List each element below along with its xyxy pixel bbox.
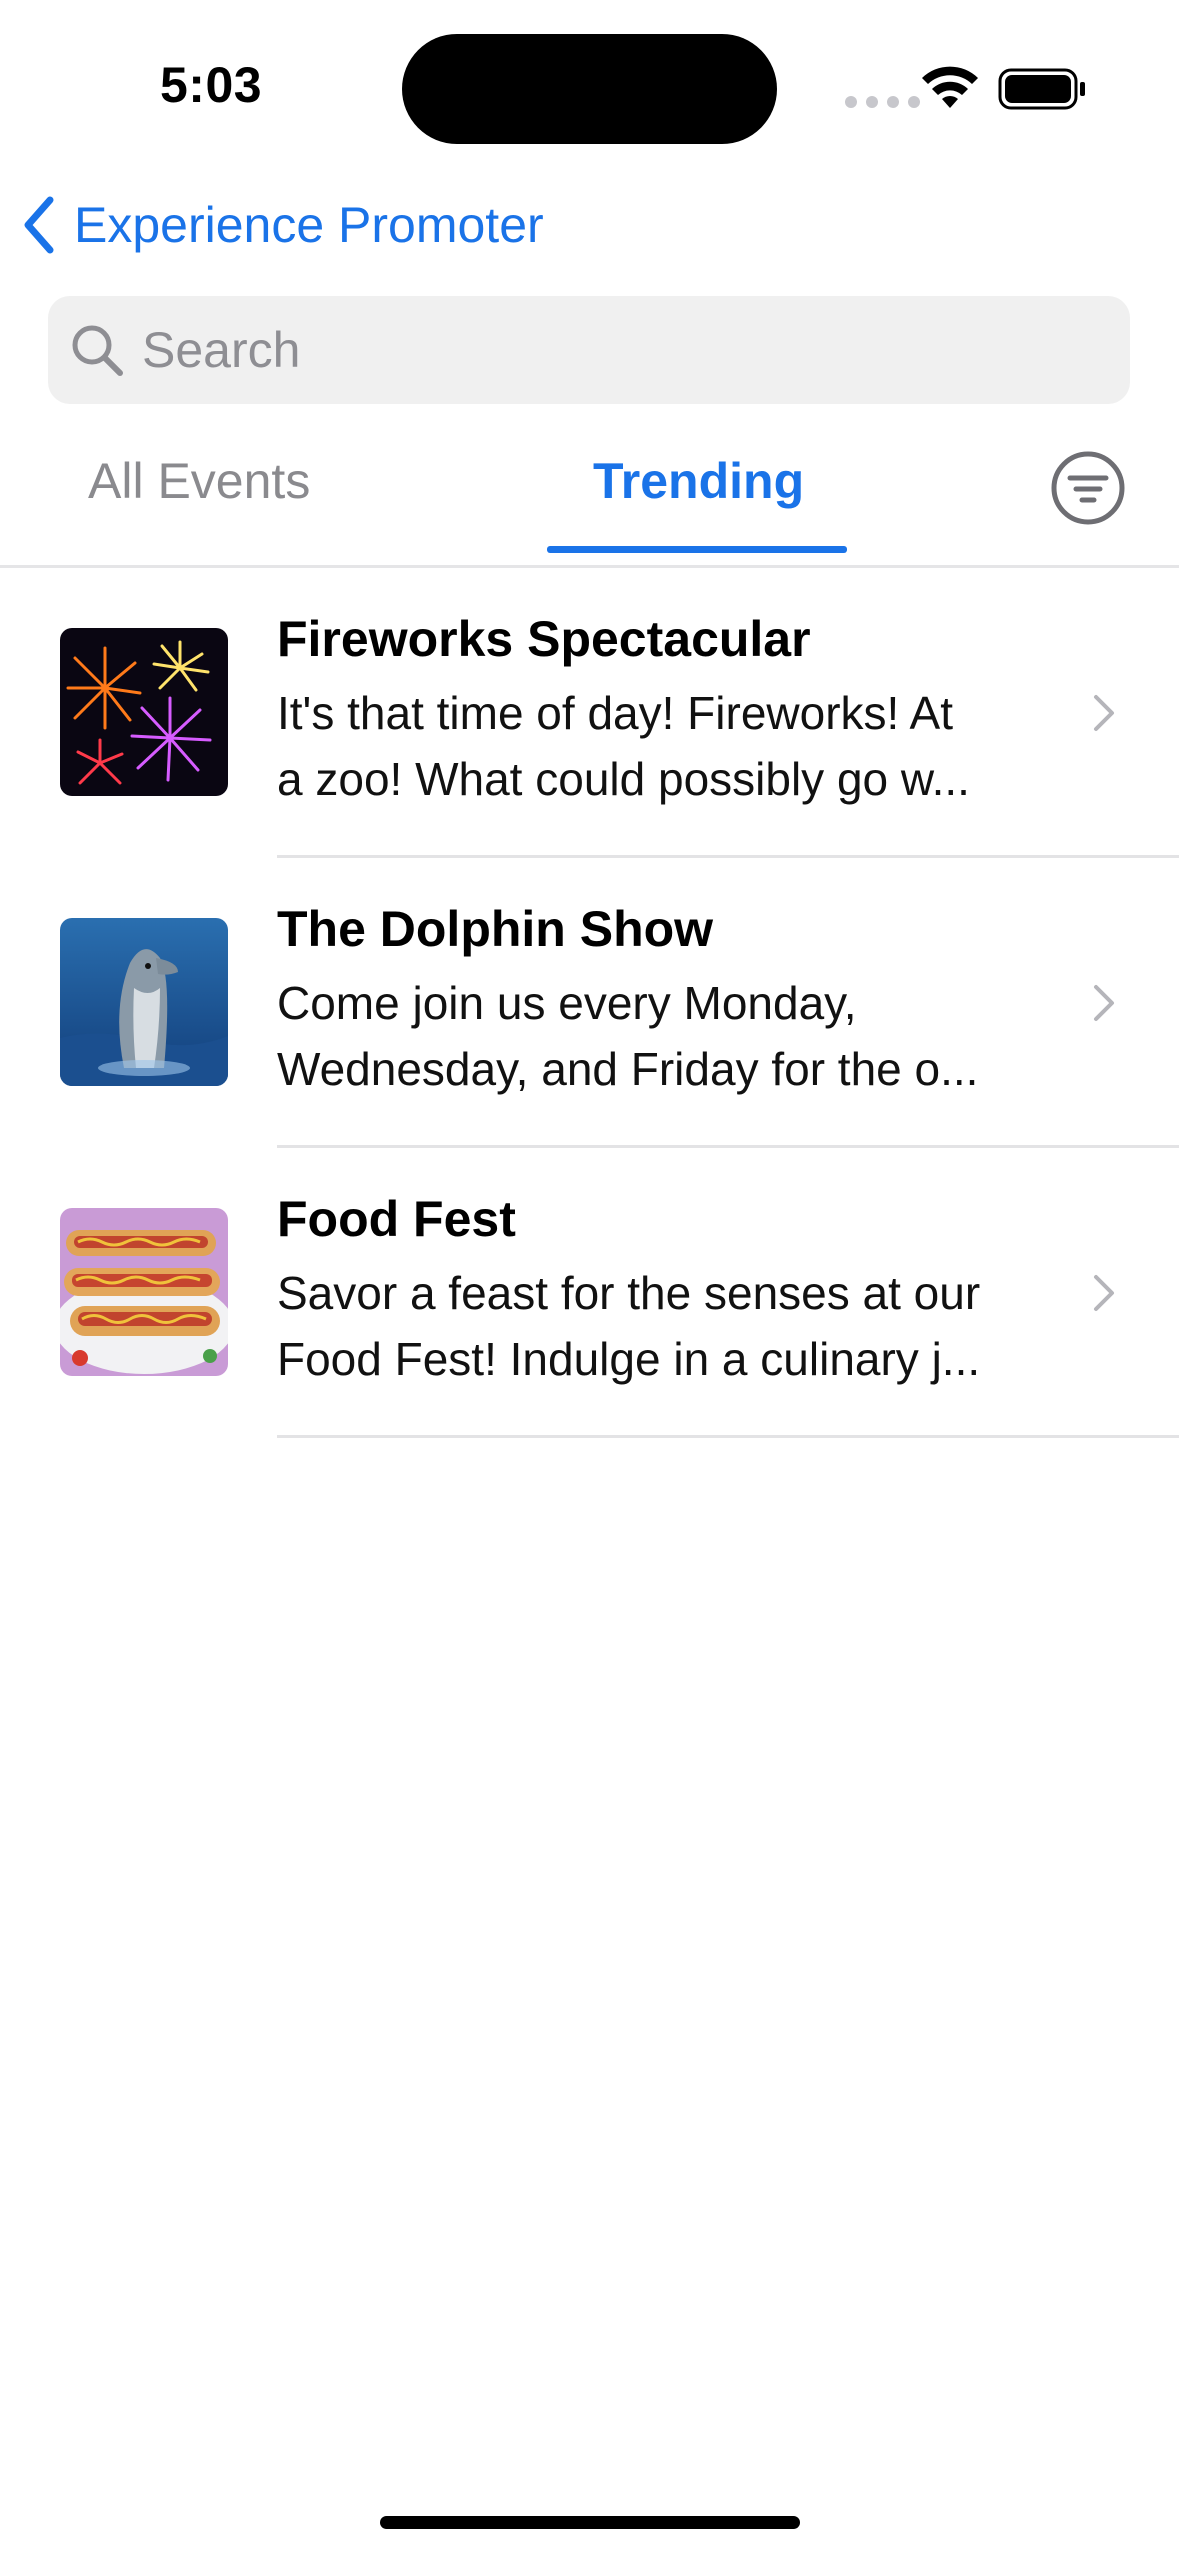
- tab-trending[interactable]: Trending: [593, 452, 804, 510]
- event-description-line-1: Come join us every Monday,: [277, 977, 857, 1029]
- event-description-line-2: Food Fest! Indulge in a culinary j...: [277, 1333, 981, 1385]
- cellular-signal-icon: [845, 96, 920, 108]
- search-icon: [72, 325, 123, 376]
- event-title: Food Fest: [277, 1191, 516, 1247]
- event-description-line-1: It's that time of day! Fireworks! At: [277, 687, 954, 739]
- back-button-label: Experience Promoter: [74, 197, 544, 253]
- back-button[interactable]: Experience Promoter: [22, 190, 544, 260]
- battery-icon: [998, 68, 1085, 110]
- event-row-dolphin-show[interactable]: The Dolphin Show Come join us every Mond…: [0, 858, 1179, 1148]
- dolphin-thumbnail: [60, 918, 228, 1086]
- tab-selected-indicator: [547, 546, 847, 553]
- row-divider: [277, 1435, 1179, 1438]
- event-title: The Dolphin Show: [277, 901, 714, 957]
- event-description-line-2: a zoo! What could possibly go w...: [277, 753, 970, 805]
- dynamic-island: [402, 34, 777, 144]
- chevron-left-icon: [24, 196, 54, 254]
- event-description: It's that time of day! Fireworks! At a z…: [277, 680, 1057, 812]
- screen: 5:03 Experience Promoter All Events Tren…: [0, 0, 1179, 2556]
- event-row-fireworks[interactable]: Fireworks Spectacular It's that time of …: [0, 568, 1179, 858]
- chevron-right-icon: [1094, 1275, 1114, 1311]
- event-description: Come join us every Monday, Wednesday, an…: [277, 970, 1057, 1102]
- wifi-icon: [922, 66, 978, 108]
- status-time: 5:03: [160, 57, 263, 113]
- chevron-right-icon: [1094, 985, 1114, 1021]
- event-row-food-fest[interactable]: Food Fest Savor a feast for the senses a…: [0, 1148, 1179, 1438]
- fireworks-thumbnail: [60, 628, 228, 796]
- search-input[interactable]: [142, 321, 1042, 379]
- event-description-line-1: Savor a feast for the senses at our: [277, 1267, 981, 1319]
- event-description: Savor a feast for the senses at our Food…: [277, 1260, 1057, 1392]
- food-fest-thumbnail: [60, 1208, 228, 1376]
- tab-all-events[interactable]: All Events: [88, 452, 310, 510]
- chevron-right-icon: [1094, 695, 1114, 731]
- filter-icon[interactable]: [1050, 450, 1126, 526]
- home-indicator[interactable]: [380, 2516, 800, 2529]
- event-description-line-2: Wednesday, and Friday for the o...: [277, 1043, 979, 1095]
- search-bar[interactable]: [48, 296, 1130, 404]
- event-title: Fireworks Spectacular: [277, 611, 811, 667]
